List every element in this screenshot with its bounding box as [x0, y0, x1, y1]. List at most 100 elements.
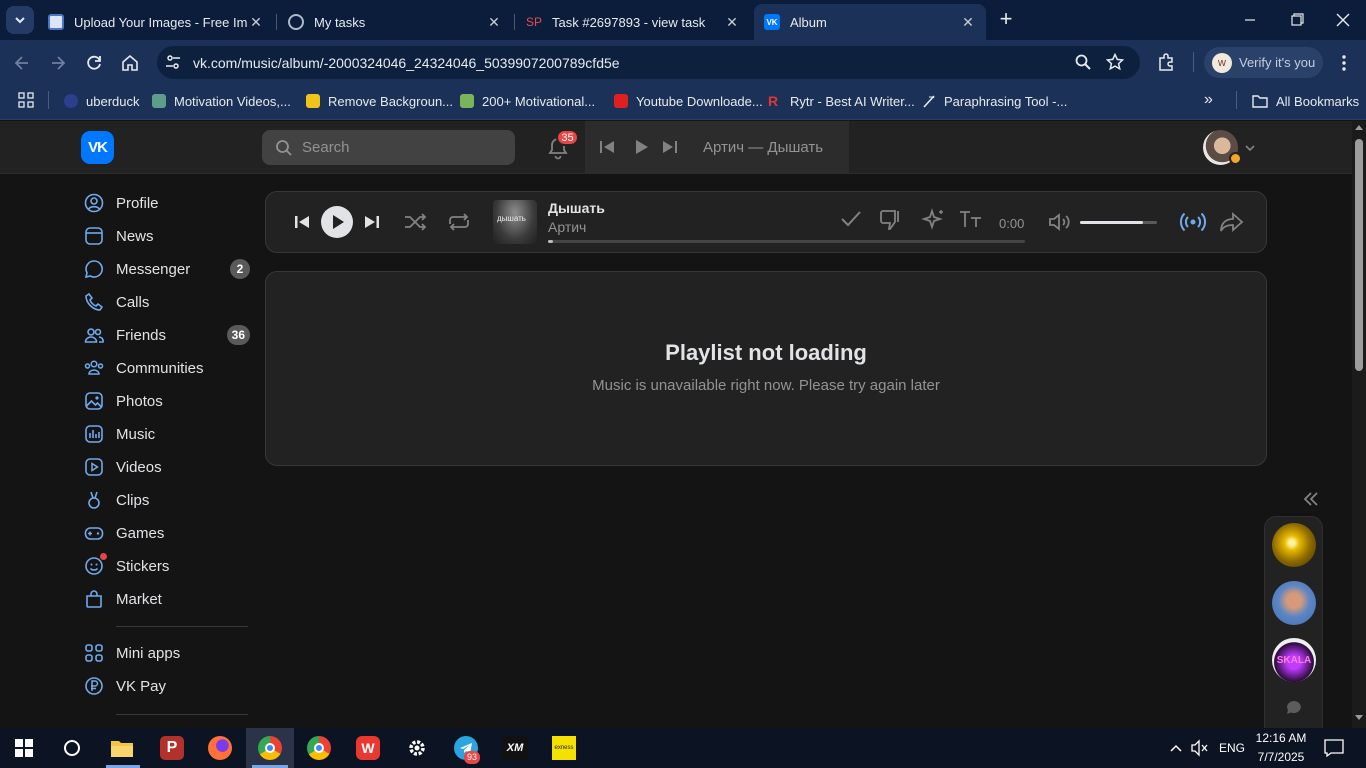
new-tab-button[interactable]: + [994, 8, 1018, 32]
share-button[interactable] [1218, 209, 1246, 235]
close-tab-icon[interactable]: ✕ [486, 14, 502, 31]
close-tab-icon[interactable]: ✕ [960, 14, 976, 31]
nav-item-videos[interactable]: Videos [84, 454, 250, 480]
clock-time[interactable]: 12:16 AM [1250, 731, 1312, 745]
nav-item-profile[interactable]: Profile [84, 190, 250, 216]
taskbar-xm[interactable]: XM [491, 728, 539, 768]
nav-item-mini-apps[interactable]: Mini apps [84, 640, 250, 666]
url-text[interactable]: vk.com/music/album/-2000324046_24324046_… [193, 55, 620, 71]
nav-item-calls[interactable]: Calls [84, 289, 250, 315]
apps-button[interactable] [18, 92, 34, 108]
forward-button[interactable] [48, 53, 68, 73]
header-next-button[interactable] [661, 138, 679, 156]
previous-track-button[interactable] [292, 212, 312, 232]
nav-item-messenger[interactable]: Messenger 2 [84, 256, 250, 282]
show-hidden-icons-button[interactable] [1168, 740, 1184, 756]
taskbar-search-button[interactable] [48, 728, 96, 768]
close-tab-icon[interactable]: ✕ [248, 14, 264, 31]
bookmark-uberduck[interactable]: uberduck [64, 90, 139, 112]
nav-item-clips[interactable]: Clips [84, 487, 250, 513]
reload-button[interactable] [84, 53, 104, 73]
zoom-button[interactable] [1074, 53, 1092, 71]
scrollbar-thumb[interactable] [1355, 139, 1363, 371]
track-progress-bar[interactable] [548, 240, 1025, 243]
bookmark-paraphrasing-tool[interactable]: Paraphrasing Tool -... [922, 90, 1067, 112]
more-bookmarks-button[interactable]: » [1204, 91, 1220, 109]
search-input[interactable]: Search [262, 130, 515, 165]
header-track-title[interactable]: Артич — Дышать [703, 139, 823, 156]
play-button[interactable] [321, 206, 353, 238]
track-artist[interactable]: Артич [548, 219, 586, 235]
repeat-button[interactable] [446, 210, 472, 234]
restore-button[interactable] [1287, 12, 1307, 28]
scroll-up-arrow[interactable] [1355, 125, 1363, 130]
browser-menu-button[interactable] [1336, 53, 1352, 73]
nav-item-photos[interactable]: Photos [84, 388, 250, 414]
chat-avatar-3[interactable]: SKALA [1272, 638, 1316, 682]
taskbar-chrome-profile[interactable] [246, 728, 294, 768]
header-prev-button[interactable] [598, 138, 616, 156]
clock-date[interactable]: 7/7/2025 [1250, 750, 1312, 764]
lyrics-button[interactable] [958, 209, 984, 231]
next-track-button[interactable] [362, 212, 382, 232]
nav-item-games[interactable]: Games [84, 520, 250, 546]
mute-button[interactable] [1047, 210, 1071, 234]
volume-slider[interactable] [1080, 221, 1157, 224]
nav-item-friends[interactable]: Friends 36 [84, 322, 250, 348]
taskbar-wps-office[interactable]: W [344, 728, 392, 768]
recommendations-button[interactable] [921, 207, 947, 233]
tab-my-tasks[interactable]: My tasks ✕ [278, 4, 512, 40]
all-bookmarks-button[interactable]: All Bookmarks [1252, 90, 1359, 112]
scroll-down-arrow[interactable] [1355, 715, 1363, 720]
close-window-button[interactable] [1333, 12, 1353, 28]
taskbar-chrome[interactable] [295, 728, 343, 768]
bookmark-youtube-downloader[interactable]: Youtube Downloade... [614, 90, 763, 112]
nav-item-stickers[interactable]: Stickers [84, 553, 250, 579]
bookmark-motivational[interactable]: 200+ Motivational... [460, 90, 595, 112]
start-button[interactable] [0, 728, 48, 768]
page-scrollbar[interactable] [1352, 121, 1366, 728]
nav-item-news[interactable]: News [84, 223, 250, 249]
taskbar-exness[interactable]: exness [540, 728, 588, 768]
add-to-library-button[interactable] [839, 208, 863, 230]
nav-label: VK Pay [116, 677, 167, 695]
action-center-button[interactable] [1323, 738, 1345, 758]
bookmark-star-button[interactable] [1106, 53, 1124, 71]
bookmark-rytr[interactable]: R Rytr - Best AI Writer... [768, 90, 915, 112]
dislike-button[interactable] [877, 208, 903, 232]
tab-search-button[interactable] [6, 6, 34, 34]
taskbar-firefox[interactable] [196, 728, 244, 768]
back-button[interactable] [12, 53, 32, 73]
bookmark-motivation-videos[interactable]: Motivation Videos,... [152, 90, 291, 112]
collapse-chats-button[interactable] [1302, 491, 1320, 507]
language-indicator[interactable]: ENG [1219, 741, 1245, 755]
shuffle-button[interactable] [403, 210, 429, 234]
tab-task-view[interactable]: SP Task #2697893 - view task ✕ [516, 4, 750, 40]
account-menu-chevron[interactable] [1244, 142, 1256, 154]
album-cover[interactable]: дышать [493, 200, 537, 244]
broadcast-button[interactable] [1179, 209, 1207, 235]
nav-item-communities[interactable]: Communities [84, 355, 250, 381]
vk-logo[interactable]: VK [81, 131, 114, 164]
chat-avatar-2[interactable] [1272, 581, 1316, 625]
extensions-button[interactable] [1156, 52, 1176, 72]
track-title[interactable]: Дышать [548, 200, 605, 216]
tab-album[interactable]: VK Album ✕ [754, 4, 986, 40]
nav-item-music[interactable]: Music [84, 421, 250, 447]
verify-profile-button[interactable]: w Verify it's you [1204, 47, 1323, 78]
taskbar-file-explorer[interactable] [98, 728, 146, 768]
chat-avatar-1[interactable] [1272, 523, 1316, 567]
minimize-button[interactable] [1240, 12, 1260, 28]
home-button[interactable] [120, 53, 140, 73]
all-chats-button[interactable] [1285, 699, 1303, 717]
nav-item-market[interactable]: Market [84, 586, 250, 612]
taskbar-settings[interactable] [393, 728, 441, 768]
header-play-button[interactable] [632, 138, 650, 156]
site-info-button[interactable] [164, 53, 182, 71]
close-tab-icon[interactable]: ✕ [724, 14, 740, 31]
taskbar-app-p[interactable]: P [148, 728, 196, 768]
tab-upload-images[interactable]: Upload Your Images - Free Imag ✕ [38, 4, 274, 40]
volume-muted-button[interactable] [1190, 739, 1210, 757]
bookmark-remove-background[interactable]: Remove Backgroun... [306, 90, 453, 112]
nav-item-vk-pay[interactable]: VK Pay [84, 673, 250, 699]
